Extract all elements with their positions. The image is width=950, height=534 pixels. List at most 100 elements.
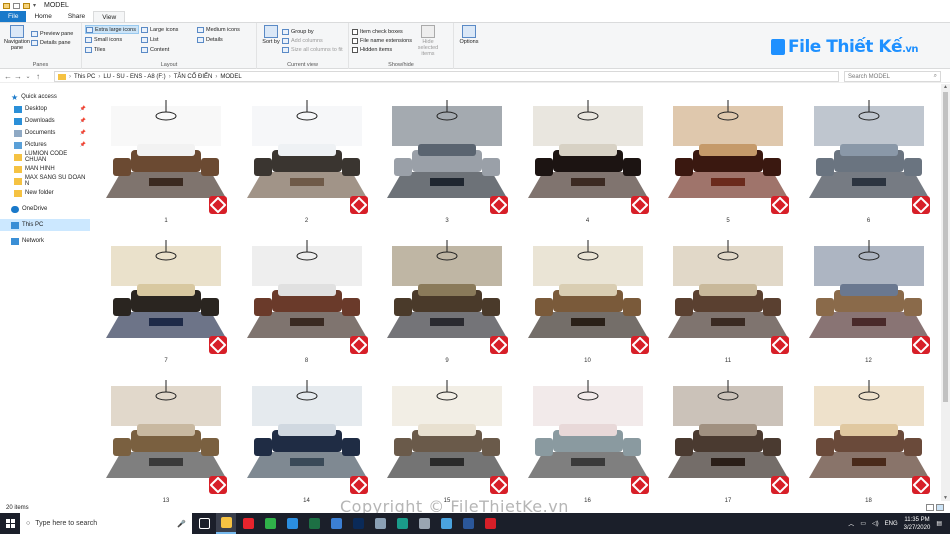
taskbar-app-app-teal[interactable]: [392, 513, 412, 534]
group-by-button[interactable]: Group by: [282, 27, 343, 36]
file-item[interactable]: 2: [242, 90, 372, 230]
sidebar-item-downloads[interactable]: Downloads 📌: [0, 115, 90, 127]
sidebar-item-quick-access[interactable]: ★ Quick access: [0, 91, 90, 103]
breadcrumb-this-pc[interactable]: This PC: [74, 74, 95, 80]
taskbar-app-photoshop[interactable]: [348, 513, 368, 534]
taskbar-app-opera[interactable]: [238, 513, 258, 534]
layout-details[interactable]: Details: [197, 35, 251, 44]
file-item[interactable]: 15: [382, 370, 512, 510]
file-item[interactable]: 7: [101, 230, 231, 370]
microphone-icon[interactable]: 🎤: [177, 520, 186, 528]
sidebar-item-man-hinh[interactable]: MAN HINH: [0, 163, 90, 175]
file-item[interactable]: 11: [663, 230, 793, 370]
sidebar-item-this-pc[interactable]: This PC: [0, 219, 90, 231]
taskbar-app-app-green[interactable]: [260, 513, 280, 534]
taskbar-app-app-blue-circle[interactable]: [282, 513, 302, 534]
file-list: 1 2 3 4 5 6 7 8 9 10 11 12 13 14 15 16 17 18: [91, 84, 940, 504]
taskbar-app-app-blue[interactable]: [326, 513, 346, 534]
file-item[interactable]: 12: [804, 230, 934, 370]
tab-view[interactable]: View: [93, 11, 126, 22]
file-item[interactable]: 4: [523, 90, 653, 230]
model-thumbnail: [523, 378, 653, 496]
file-item[interactable]: 17: [663, 370, 793, 510]
taskbar-app-excel[interactable]: [304, 513, 324, 534]
clock[interactable]: 11:35 PM 3/27/2020: [904, 516, 931, 532]
tab-file[interactable]: File: [0, 11, 27, 22]
details-view-icon[interactable]: [926, 504, 934, 511]
notifications-icon[interactable]: ▤: [936, 520, 942, 527]
model-thumbnail: [382, 98, 512, 216]
breadcrumb-model[interactable]: MODEL: [220, 74, 241, 80]
taskbar-app-word[interactable]: [458, 513, 478, 534]
file-item[interactable]: 16: [523, 370, 653, 510]
tab-home[interactable]: Home: [26, 11, 59, 22]
breadcrumb-drive[interactable]: LU - SU - ENS - A8 (F:): [103, 74, 165, 80]
sort-by-button[interactable]: Sort by: [260, 25, 282, 54]
file-item[interactable]: 8: [242, 230, 372, 370]
taskbar-app-app-gray[interactable]: [370, 513, 390, 534]
file-item[interactable]: 18: [804, 370, 934, 510]
sidebar-item-new-folder[interactable]: New folder: [0, 187, 90, 199]
back-arrow-icon[interactable]: ←: [3, 72, 13, 81]
hidden-items-toggle[interactable]: Hidden items: [352, 45, 412, 54]
preview-pane-button[interactable]: Preview pane: [31, 29, 73, 38]
sidebar-item-max-sang-su[interactable]: MAX SANG SU DOAN N: [0, 175, 90, 187]
customize-qa-icon[interactable]: ▾: [33, 2, 36, 9]
file-item[interactable]: 13: [101, 370, 231, 510]
taskbar-app-app-photos[interactable]: [436, 513, 456, 534]
sidebar-item-desktop[interactable]: Desktop 📌: [0, 103, 90, 115]
sidebar-item-network[interactable]: Network: [0, 235, 90, 247]
size-columns-button[interactable]: Size all columns to fit: [282, 45, 343, 54]
scroll-down-icon[interactable]: ▼: [943, 495, 948, 501]
scroll-up-icon[interactable]: ▲: [943, 84, 948, 90]
file-item[interactable]: 14: [242, 370, 372, 510]
layout-small-icons[interactable]: Small icons: [85, 35, 139, 44]
navigation-pane-button[interactable]: Navigation pane: [3, 25, 31, 51]
recent-chevron-icon[interactable]: ⌄: [23, 73, 33, 80]
layout-list[interactable]: List: [141, 35, 195, 44]
item-check-boxes-toggle[interactable]: Item check boxes: [352, 27, 412, 36]
file-item[interactable]: 6: [804, 90, 934, 230]
add-columns-button[interactable]: Add columns: [282, 36, 343, 45]
taskbar-app-sketchup[interactable]: [480, 513, 500, 534]
layout-content[interactable]: Content: [141, 45, 195, 54]
vertical-scrollbar[interactable]: ▲ ▼: [941, 84, 950, 501]
options-button[interactable]: Options: [457, 25, 481, 45]
layout-large-icons[interactable]: Large icons: [141, 25, 195, 34]
sidebar-item-onedrive[interactable]: OneDrive: [0, 203, 90, 215]
file-item[interactable]: 1: [101, 90, 231, 230]
file-item[interactable]: 9: [382, 230, 512, 370]
new-folder-icon[interactable]: [23, 2, 30, 9]
chevron-up-icon[interactable]: ︿: [848, 519, 854, 528]
network-tray-icon[interactable]: ▭: [860, 520, 866, 527]
file-item[interactable]: 3: [382, 90, 512, 230]
sidebar-item-pictures[interactable]: Pictures 📌: [0, 139, 90, 151]
tab-share[interactable]: Share: [60, 11, 93, 22]
properties-icon[interactable]: [13, 2, 20, 9]
taskbar-app-app-settings[interactable]: [414, 513, 434, 534]
large-icons-view-icon[interactable]: [936, 504, 944, 511]
taskbar-app-file-explorer[interactable]: [216, 513, 236, 534]
up-arrow-icon[interactable]: ↑: [33, 72, 43, 81]
forward-arrow-icon[interactable]: →: [13, 72, 23, 81]
sidebar-item-documents[interactable]: Documents 📌: [0, 127, 90, 139]
layout-extra-large-icons[interactable]: Extra large icons: [85, 25, 139, 34]
search-input[interactable]: Search MODEL ⌕: [844, 71, 941, 82]
hide-selected-button[interactable]: Hide selected items: [412, 25, 444, 57]
volume-icon[interactable]: ◁): [872, 520, 879, 527]
file-name-extensions-toggle[interactable]: File name extensions: [352, 36, 412, 45]
scrollbar-thumb[interactable]: [943, 92, 948, 402]
start-button[interactable]: [0, 513, 20, 534]
taskbar-app-task-view[interactable]: [194, 513, 214, 534]
address-bar[interactable]: › This PC › LU - SU - ENS - A8 (F:) › TÂ…: [54, 71, 839, 82]
breadcrumb-tan-co-dien[interactable]: TÂN CỔ ĐIỂN: [174, 74, 213, 80]
file-item[interactable]: 10: [523, 230, 653, 370]
taskbar-search[interactable]: ○ Type here to search 🎤: [20, 513, 192, 534]
layout-medium-icons[interactable]: Medium icons: [197, 25, 251, 34]
details-pane-button[interactable]: Details pane: [31, 38, 73, 47]
file-item[interactable]: 5: [663, 90, 793, 230]
layout-tiles[interactable]: Tiles: [85, 45, 139, 54]
input-language[interactable]: ENG: [885, 521, 898, 527]
tiles-icon: [85, 46, 92, 53]
sidebar-item-lumion[interactable]: LUMION CODE CHUAN: [0, 151, 90, 163]
